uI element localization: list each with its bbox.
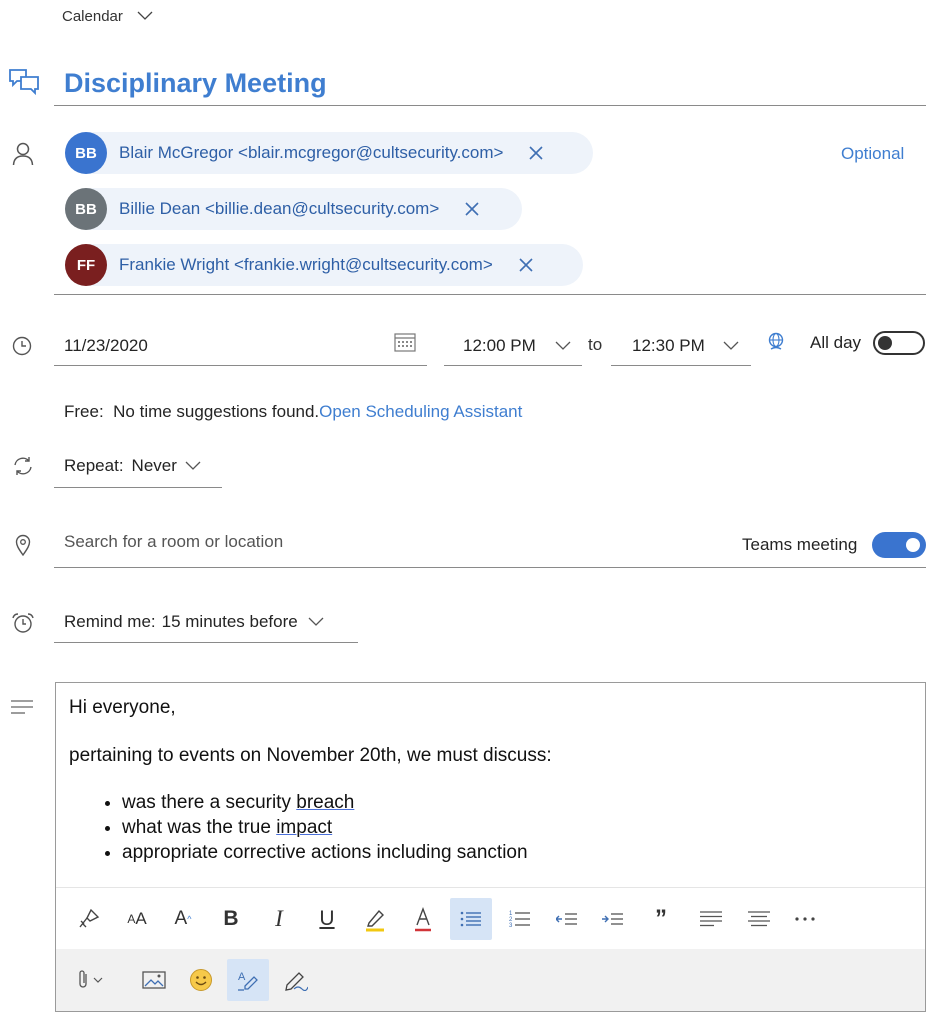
calendar-icon[interactable] <box>394 332 416 352</box>
teams-meeting-label: Teams meeting <box>742 535 858 554</box>
formatting-toolbar: AA A ^ B I U 123 ” <box>56 887 925 949</box>
greeting-line: Hi everyone, <box>69 697 176 718</box>
list-item: appropriate corrective actions including… <box>122 840 912 865</box>
globe-timezone-icon[interactable] <box>767 332 785 352</box>
attendees-divider <box>54 294 926 295</box>
attach-file-icon[interactable] <box>76 963 116 997</box>
person-icon <box>12 142 34 166</box>
end-time-select[interactable]: 12:30 PM <box>611 326 751 366</box>
start-time-value: 12:00 PM <box>463 336 536 355</box>
increase-indent-icon[interactable] <box>596 902 630 936</box>
list-item: what was the true impact <box>122 815 912 840</box>
reminder-select[interactable]: Remind me: 15 minutes before <box>64 612 324 632</box>
insert-toolbar: A <box>56 949 925 1011</box>
to-label: to <box>588 335 603 354</box>
underline-icon[interactable]: U <box>310 902 344 936</box>
scheduling-info: Free: No time suggestions found.Open Sch… <box>64 402 522 422</box>
location-search-input[interactable]: Search for a room or location <box>64 532 283 552</box>
spelling-flag: breach <box>296 792 355 813</box>
reminder-underline <box>54 642 358 643</box>
start-time-underline <box>444 365 582 366</box>
quote-icon[interactable]: ” <box>644 902 678 936</box>
end-time-value: 12:30 PM <box>632 336 705 355</box>
alarm-clock-icon <box>11 612 35 634</box>
numbering-icon[interactable]: 123 <box>503 902 537 936</box>
calendar-selector[interactable]: Calendar <box>62 8 153 25</box>
attendee-chip[interactable]: BB Blair McGregor <blair.mcgregor@cultse… <box>65 132 593 174</box>
remove-attendee-icon[interactable] <box>527 144 545 162</box>
repeat-underline <box>54 487 222 488</box>
bold-icon[interactable]: B <box>214 902 248 936</box>
free-label: Free: <box>64 402 104 421</box>
clock-icon <box>12 336 32 356</box>
remove-attendee-icon[interactable] <box>463 200 481 218</box>
font-color-icon[interactable] <box>406 902 440 936</box>
calendar-selector-label: Calendar <box>62 8 123 25</box>
toggle-knob <box>878 336 892 350</box>
date-picker[interactable]: 11/23/2020 <box>54 326 427 366</box>
align-center-icon[interactable] <box>742 902 776 936</box>
optional-attendees-link[interactable]: Optional <box>841 144 904 164</box>
avatar: BB <box>65 132 107 174</box>
align-left-icon[interactable] <box>694 902 728 936</box>
bullets-icon[interactable] <box>450 898 492 940</box>
editor-check-icon[interactable]: A <box>227 959 269 1001</box>
chat-bubbles-icon <box>8 68 40 96</box>
chevron-down-icon <box>723 341 739 351</box>
svg-text:A: A <box>238 971 246 983</box>
intro-line: pertaining to events on November 20th, w… <box>69 745 552 766</box>
signature-icon[interactable] <box>278 963 312 997</box>
repeat-icon <box>12 456 34 476</box>
remove-attendee-icon[interactable] <box>517 256 535 274</box>
format-painter-icon[interactable] <box>72 902 106 936</box>
suggestions-message: No time suggestions found. <box>113 402 320 421</box>
italic-icon[interactable]: I <box>262 902 296 936</box>
attendee-chip[interactable]: FF Frankie Wright <frankie.wright@cultse… <box>65 244 583 286</box>
decrease-indent-icon[interactable] <box>550 902 584 936</box>
end-time-underline <box>611 365 751 366</box>
avatar: FF <box>65 244 107 286</box>
title-field[interactable]: Disciplinary Meeting <box>54 60 926 106</box>
attendee-chip[interactable]: BB Billie Dean <billie.dean@cultsecurity… <box>65 188 522 230</box>
attendee-name: Billie Dean <billie.dean@cultsecurity.co… <box>119 199 440 218</box>
bullet-list: was there a security breach what was the… <box>69 790 912 865</box>
repeat-label: Repeat: <box>64 456 124 475</box>
date-value: 11/23/2020 <box>64 336 148 355</box>
svg-text:3: 3 <box>509 923 513 928</box>
chevron-down-icon <box>308 612 324 632</box>
meeting-title: Disciplinary Meeting <box>64 68 327 98</box>
avatar: BB <box>65 188 107 230</box>
location-pin-icon <box>15 534 31 556</box>
open-scheduling-assistant-link[interactable]: Open Scheduling Assistant <box>319 402 522 421</box>
all-day-label: All day <box>810 333 862 352</box>
insert-picture-icon[interactable] <box>137 963 171 997</box>
highlight-icon[interactable] <box>358 902 392 936</box>
emoji-icon[interactable] <box>184 963 218 997</box>
repeat-select[interactable]: Repeat: Never <box>64 456 201 476</box>
chevron-down-icon <box>137 8 153 25</box>
chevron-down-icon <box>185 456 201 476</box>
font-size-icon[interactable]: AA <box>120 902 154 936</box>
reminder-label: Remind me: <box>64 612 156 631</box>
date-underline <box>54 365 427 366</box>
list-item: was there a security breach <box>122 790 912 815</box>
grow-font-icon[interactable]: A ^ <box>166 902 200 936</box>
toggle-knob <box>906 538 920 552</box>
all-day-toggle[interactable] <box>873 331 925 355</box>
message-body-editor[interactable]: Hi everyone, pertaining to events on Nov… <box>55 682 926 1012</box>
chevron-down-icon <box>555 341 571 351</box>
attendee-name: Blair McGregor <blair.mcgregor@cultsecur… <box>119 143 504 162</box>
repeat-value: Never <box>131 456 177 475</box>
start-time-select[interactable]: 12:00 PM <box>444 326 582 366</box>
attendee-name: Frankie Wright <frankie.wright@cultsecur… <box>119 255 493 274</box>
text-lines-icon <box>11 700 33 714</box>
reminder-value: 15 minutes before <box>161 612 298 631</box>
spelling-flag: impact <box>276 817 333 838</box>
teams-meeting-toggle[interactable] <box>872 532 926 558</box>
more-options-icon[interactable] <box>788 902 822 936</box>
message-body-text[interactable]: Hi everyone, pertaining to events on Nov… <box>69 695 912 865</box>
location-underline <box>54 567 926 568</box>
